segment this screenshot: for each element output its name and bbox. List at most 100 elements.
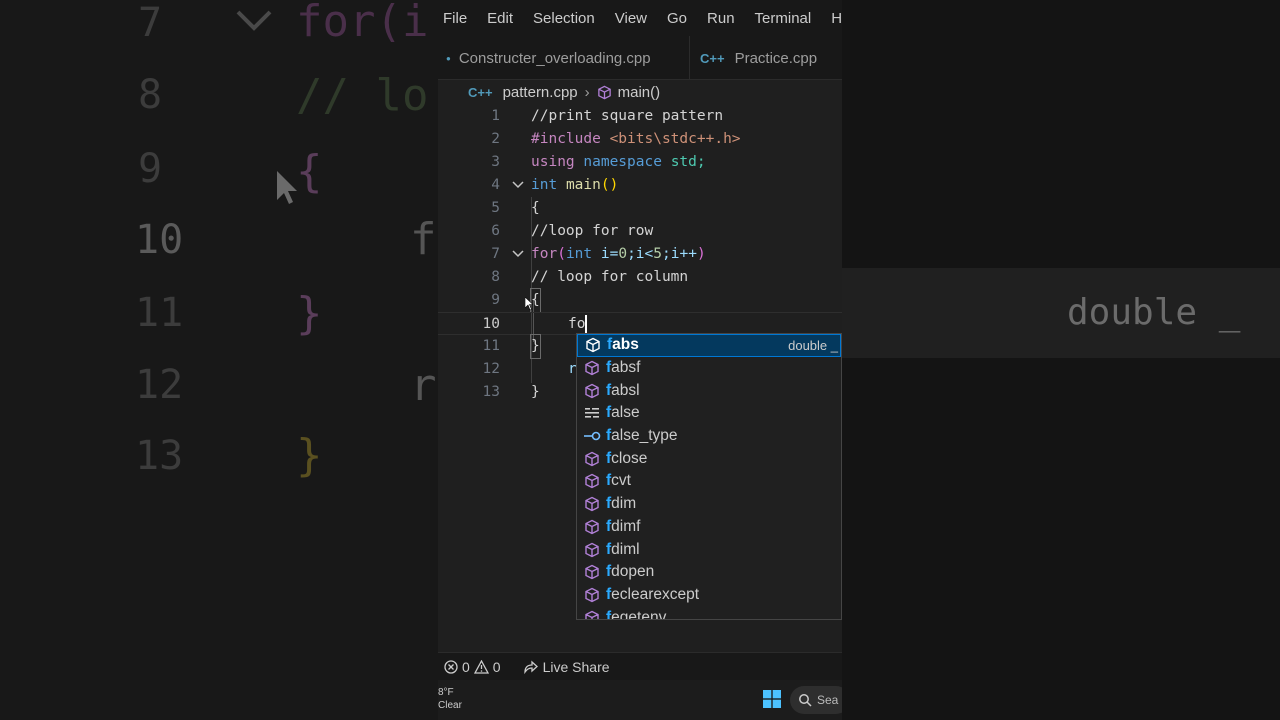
line-number: 10 [482,316,500,332]
problems-indicator[interactable]: 0 0 [444,659,505,675]
line-number: 8 [491,269,500,285]
warning-icon [473,659,489,674]
method-cube-icon [583,473,601,489]
suggestion-item[interactable]: false_type [577,425,841,448]
method-cube-icon [583,496,601,512]
suggestion-item[interactable]: fdopen [577,561,841,584]
code-line: 7 for(int i=0;i<5;i++) [438,243,842,266]
method-cube-icon [583,519,601,535]
code-text: { [531,200,540,216]
menu-run[interactable]: Run [707,10,735,27]
code-text: //print square pattern [531,108,724,124]
method-cube-icon [583,564,601,580]
suggestion-item[interactable]: fegetenv [577,606,841,619]
code-line-current: 10 fo [438,312,842,335]
code-line: 9 { [438,288,842,313]
weather-condition: Clear [438,700,462,711]
tab-constructer-overloading[interactable]: ● Constructer_overloading.cpp [438,36,690,80]
suggestion-item[interactable]: fcvt [577,470,841,493]
bg-code: r [410,360,437,411]
bg-line-number: 11 [135,290,184,336]
tab-practice[interactable]: C++ Practice.cpp [700,36,842,80]
breadcrumb-symbol[interactable]: main() [618,84,661,101]
menu-help[interactable]: He [831,10,842,27]
search-icon [799,694,812,707]
code-text: using namespace std; [531,154,706,170]
text-caret [585,315,588,333]
menu-terminal[interactable]: Terminal [755,10,812,27]
breadcrumb-file[interactable]: pattern.cpp [503,84,578,101]
tab-label: Practice.cpp [734,49,818,67]
line-number: 5 [491,200,500,216]
type-param-icon [583,428,601,444]
suggestion-item[interactable]: fclose [577,447,841,470]
menu-go[interactable]: Go [667,10,687,27]
live-share-button[interactable]: Live Share [523,659,614,675]
suggestion-item[interactable]: fdiml [577,538,841,561]
background-left: 7 8 9 10 11 12 13 for(i // lo { f } r } [0,0,438,720]
line-number: 13 [482,384,500,400]
menu-edit[interactable]: Edit [487,10,513,27]
suggestion-item[interactable]: fabsl [577,379,841,402]
bg-code: } [296,288,323,339]
line-number: 1 [491,108,500,124]
code-line: 3 using namespace std; [438,151,842,174]
suggestion-item[interactable]: feclearexcept [577,584,841,607]
line-number: 3 [491,154,500,170]
suggestion-detail: double _ [788,337,838,353]
method-cube-icon [583,610,601,619]
suggestion-item[interactable]: fdim [577,493,841,516]
code-text: //loop for row [531,223,654,239]
dot-icon: ● [446,53,451,63]
bg-detail-text: double _ [1067,292,1241,333]
autocomplete-list[interactable]: fabs double _ fabsf fabsl false false_ty… [576,333,842,620]
bg-code: { [296,146,323,197]
bg-line-number: 10 [135,217,184,263]
mouse-cursor-icon [525,297,533,311]
background-right: double _ [842,0,1280,720]
fold-chevron-icon[interactable] [511,178,525,192]
breadcrumb: C++ pattern.cpp › main() [438,80,842,104]
fold-chevron-icon[interactable] [511,247,525,261]
code-line: 5 { [438,197,842,220]
menu-file[interactable]: File [443,10,467,27]
suggestion-item[interactable]: fabsf [577,357,841,380]
line-number: 7 [491,246,500,262]
code-text: for(int i=0;i<5;i++) [531,246,706,262]
code-text: } [530,334,541,359]
search-label: Sea [817,693,839,707]
code-line: 8 // loop for column [438,266,842,289]
bg-line-number: 12 [135,362,184,408]
suggestion-item[interactable]: fabs double _ [577,334,841,357]
live-share-icon [523,660,538,674]
bg-code: } [296,430,323,481]
bg-code: f [410,214,437,265]
line-number: 12 [482,361,500,377]
code-text: } [531,384,540,400]
warning-count: 0 [492,658,501,675]
bg-line-number: 9 [138,146,163,192]
windows-start-icon[interactable] [763,690,781,708]
bg-chevron-icon [236,10,272,31]
status-bar: 0 0 Live Share [438,652,842,680]
taskbar-search[interactable]: Sea [790,686,842,714]
tab-label: Constructer_overloading.cpp [458,49,651,67]
line-number: 11 [482,338,500,354]
code-line: 1 //print square pattern [438,105,842,128]
error-icon [444,659,458,674]
suggestion-item[interactable]: fdimf [577,516,841,539]
menu-view[interactable]: View [615,10,647,27]
code-line: 2 #include <bits\stdc++.h> [438,128,842,151]
bg-line-number: 8 [138,72,163,118]
method-cube-icon [583,587,601,603]
method-cube-icon [583,383,601,399]
method-cube-icon [583,451,601,467]
chevron-right-icon: › [584,83,590,101]
weather-temp: 8°F [438,687,454,698]
editor-window: File Edit Selection View Go Run Terminal… [438,0,842,720]
suggestion-item[interactable]: false [577,402,841,425]
line-number: 6 [491,223,500,239]
bg-mouse-cursor-icon [277,171,297,204]
menu-selection[interactable]: Selection [533,10,595,27]
weather-widget[interactable]: 8°F Clear [438,686,462,712]
